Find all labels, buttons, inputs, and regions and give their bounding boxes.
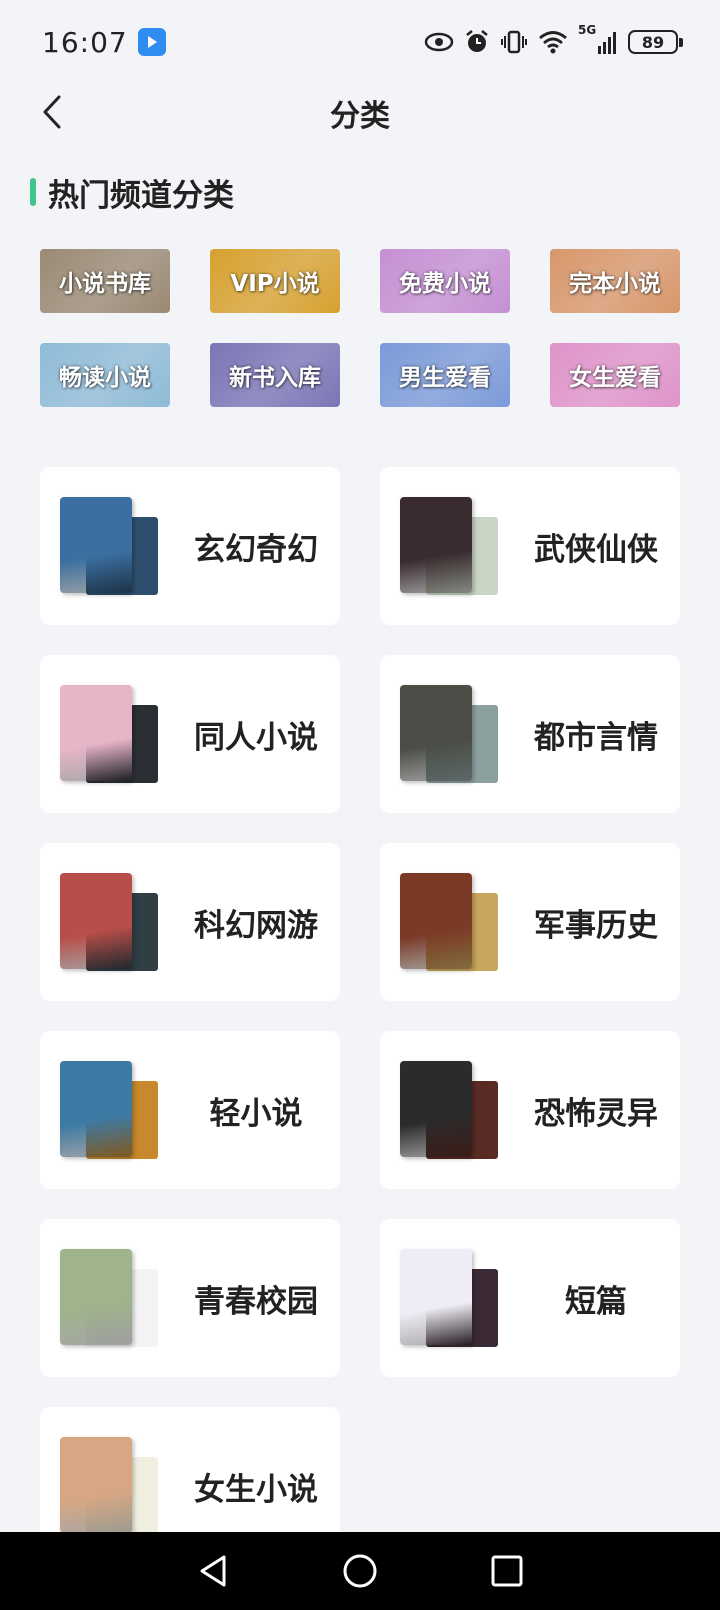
category-label: 同人小说: [194, 719, 318, 756]
nav-back-icon: [200, 1555, 226, 1587]
channel-tile[interactable]: 免费小说: [380, 249, 510, 313]
status-time: 16:07: [42, 25, 128, 59]
page-title: 分类: [330, 99, 390, 134]
app-notification-icon: [137, 28, 166, 56]
book-cover-stack: [400, 1249, 500, 1347]
category-card[interactable]: 恐怖灵异: [380, 1031, 680, 1189]
status-bar: 16:07 5G 89: [0, 0, 720, 84]
category-label: 恐怖灵异: [534, 1095, 658, 1132]
book-cover-front: [400, 685, 472, 781]
book-cover-front: [60, 1061, 132, 1157]
category-label: 科幻网游: [194, 907, 318, 944]
eye-icon: [424, 31, 454, 53]
channel-tile-label: 新书入库: [229, 365, 321, 391]
nav-recents-button[interactable]: [482, 1546, 532, 1596]
section-accent-bar: [30, 178, 36, 206]
category-label: 玄幻奇幻: [194, 531, 318, 568]
channel-tile-label: 小说书库: [59, 271, 151, 297]
book-cover-front: [60, 1437, 132, 1533]
channel-tile-label: VIP小说: [230, 271, 320, 297]
channel-tile[interactable]: 完本小说: [550, 249, 680, 313]
book-cover-stack: [60, 497, 160, 595]
system-nav-bar: [0, 1532, 720, 1610]
category-label: 轻小说: [209, 1095, 303, 1132]
channel-tile-label: 免费小说: [399, 271, 491, 297]
network-type: 5G: [578, 23, 597, 37]
book-cover-front: [60, 1249, 132, 1345]
category-label: 武侠仙侠: [534, 531, 658, 568]
book-cover-stack: [400, 1061, 500, 1159]
wifi-icon: [538, 30, 568, 54]
book-cover-stack: [60, 1249, 160, 1347]
category-card[interactable]: 都市言情: [380, 655, 680, 813]
header: 分类: [0, 84, 720, 142]
channel-tile[interactable]: 畅读小说: [40, 343, 170, 407]
category-card[interactable]: 短篇: [380, 1219, 680, 1377]
battery-icon: 89: [628, 30, 683, 54]
chevron-left-icon: [43, 95, 61, 129]
category-label: 都市言情: [534, 719, 658, 756]
category-card[interactable]: 科幻网游: [40, 843, 340, 1001]
book-cover-stack: [400, 685, 500, 783]
book-cover-front: [60, 685, 132, 781]
category-card[interactable]: 军事历史: [380, 843, 680, 1001]
channel-tile[interactable]: 小说书库: [40, 249, 170, 313]
category-grid: 玄幻奇幻 武侠仙侠 同人小说 都市言情 科幻网游 军事历史 轻小说 恐怖灵异 青春校园 短篇 女生小…: [40, 467, 680, 1565]
channel-tile-label: 畅读小说: [59, 365, 151, 391]
channel-tile[interactable]: 新书入库: [210, 343, 340, 407]
category-label: 青春校园: [194, 1283, 318, 1320]
book-cover-front: [400, 873, 472, 969]
back-button[interactable]: [30, 90, 74, 134]
category-card[interactable]: 轻小说: [40, 1031, 340, 1189]
book-cover-stack: [60, 873, 160, 971]
book-cover-front: [400, 1249, 472, 1345]
hot-section-heading: 热门频道分类: [30, 172, 234, 214]
signal-icon: 5G: [578, 23, 618, 55]
channel-tile[interactable]: VIP小说: [210, 249, 340, 313]
category-card[interactable]: 武侠仙侠: [380, 467, 680, 625]
category-card[interactable]: 同人小说: [40, 655, 340, 813]
category-label: 短篇: [565, 1283, 627, 1320]
channel-tile-label: 男生爱看: [399, 365, 491, 391]
channel-tile-label: 完本小说: [569, 271, 661, 297]
vibrate-icon: [500, 29, 528, 55]
channel-tile[interactable]: 女生爱看: [550, 343, 680, 407]
book-cover-stack: [60, 685, 160, 783]
book-cover-stack: [400, 497, 500, 595]
nav-home-icon: [343, 1554, 377, 1588]
nav-recents-icon: [491, 1555, 523, 1587]
book-cover-stack: [400, 873, 500, 971]
book-cover-front: [60, 497, 132, 593]
book-cover-front: [60, 873, 132, 969]
category-label: 军事历史: [534, 907, 658, 944]
book-cover-front: [400, 497, 472, 593]
section-title: 热门频道分类: [48, 177, 234, 214]
nav-home-button[interactable]: [335, 1546, 385, 1596]
nav-back-button[interactable]: [188, 1546, 238, 1596]
book-cover-stack: [60, 1061, 160, 1159]
hot-channel-grid: 小说书库 VIP小说 免费小说 完本小说畅读小说 新书入库 男生爱看 女生爱看: [40, 249, 680, 407]
book-cover-front: [400, 1061, 472, 1157]
status-icons: 5G 89: [424, 23, 683, 55]
alarm-icon: [464, 29, 490, 55]
category-card[interactable]: 青春校园: [40, 1219, 340, 1377]
book-cover-stack: [60, 1437, 160, 1535]
category-card[interactable]: 玄幻奇幻: [40, 467, 340, 625]
channel-tile-label: 女生爱看: [569, 365, 661, 391]
channel-tile[interactable]: 男生爱看: [380, 343, 510, 407]
